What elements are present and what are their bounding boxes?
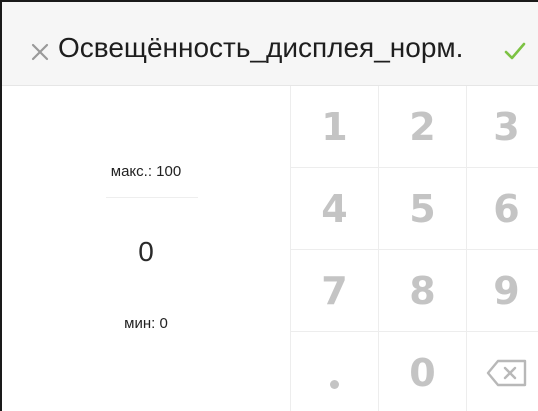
key-8[interactable]: 8: [379, 250, 467, 332]
key-2[interactable]: 2: [379, 86, 467, 168]
key-6[interactable]: 6: [467, 168, 538, 250]
value-panel: макс.: 100 0 мин: 0: [2, 86, 290, 411]
divider: [106, 197, 198, 198]
key-5[interactable]: 5: [379, 168, 467, 250]
key-3[interactable]: 3: [467, 86, 538, 168]
min-label: мин: 0: [124, 315, 168, 332]
backspace-icon: [486, 359, 526, 387]
close-icon[interactable]: [26, 36, 56, 66]
dialog-header: Освещённость_дисплея_норм.: [2, 2, 538, 86]
checkmark-icon[interactable]: [498, 34, 532, 68]
dialog-title: Освещённость_дисплея_норм.: [58, 32, 464, 63]
key-0[interactable]: 0: [379, 332, 467, 411]
key-1[interactable]: 1: [291, 86, 379, 168]
key-backspace[interactable]: [467, 332, 538, 411]
numeric-keypad: 1 2 3 4 5 6 7 8 9 0: [290, 86, 538, 411]
key-4[interactable]: 4: [291, 168, 379, 250]
max-label: макс.: 100: [110, 163, 182, 180]
decimal-point-icon: [330, 380, 339, 389]
key-decimal-point[interactable]: [291, 332, 379, 411]
key-7[interactable]: 7: [291, 250, 379, 332]
numeric-input-dialog: Освещённость_дисплея_норм. макс.: 100 0 …: [0, 0, 538, 411]
key-9[interactable]: 9: [467, 250, 538, 332]
value-display[interactable]: 0: [2, 236, 290, 268]
